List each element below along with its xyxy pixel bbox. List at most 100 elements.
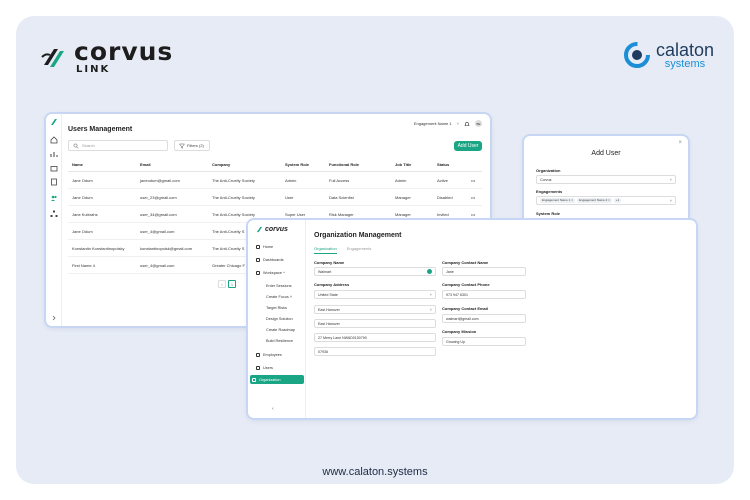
chip[interactable]: Engagement Name 2 × (576, 198, 612, 203)
company-name-label: Company Name (314, 260, 345, 265)
chart-icon[interactable] (50, 150, 58, 158)
report-icon[interactable] (50, 178, 58, 186)
row-menu-icon[interactable]: ••• (467, 178, 482, 183)
company-name-input[interactable]: Walmart (314, 267, 436, 276)
mission-input[interactable]: Growing Up (442, 337, 526, 346)
nav-target-risks[interactable]: Target Risks (264, 303, 304, 312)
close-icon[interactable]: × (678, 140, 682, 146)
chart-icon (256, 257, 260, 262)
contact-name-input[interactable]: Jane (442, 267, 526, 276)
street-value: 27 Merry Lane NW6D0150790 (318, 335, 367, 340)
row-menu-icon[interactable]: ••• (467, 212, 482, 217)
cell-job-title: Manager (395, 211, 411, 217)
org-icon[interactable] (50, 210, 58, 218)
cell-company: The Anti-Cruelty Society (212, 177, 255, 183)
cell-status: Invited (437, 211, 449, 217)
nav-create-focus[interactable]: Create Focus ˅ (264, 292, 304, 301)
header-user-menu: Engagement Name 1 ˅ BE (414, 120, 482, 127)
check-icon (427, 269, 432, 274)
tab-engagements[interactable]: Engagements (347, 246, 372, 254)
bell-icon[interactable] (464, 121, 470, 127)
contact-email-input[interactable]: walmart@gmail.com (442, 314, 526, 323)
cell-name: Jane Kuibrahs (72, 211, 98, 217)
avatar[interactable]: BE (475, 120, 482, 127)
expand-chevron-icon[interactable] (50, 314, 58, 322)
nav-label: Workspace ^ (263, 270, 285, 275)
contact-phone-input[interactable]: 973 947 6301 (442, 290, 526, 299)
city-value: East Hanover (318, 321, 340, 326)
corvus-wordmark: corvus LINK (74, 39, 173, 75)
zip-input[interactable]: 07936 (314, 347, 436, 356)
nav-label: Home (263, 244, 274, 249)
cell-system-role: User (285, 194, 294, 200)
search-input[interactable]: Search (68, 140, 168, 151)
column-header[interactable]: System Role (281, 162, 325, 167)
engagement-selector[interactable]: Engagement Name 1 (414, 121, 452, 126)
corvus-small-logo-icon (51, 119, 57, 125)
page-prev-button[interactable]: ‹ (218, 280, 226, 288)
systems-word: systems (664, 57, 706, 70)
table-row[interactable]: Jane Odum user_23@gmail.com The Anti-Cru… (68, 189, 482, 206)
column-header[interactable]: Status (433, 162, 467, 167)
cell-functional-role: Full Access (329, 177, 350, 183)
nav-workspace[interactable]: Workspace ^ (254, 268, 306, 277)
row-menu-icon[interactable]: ••• (467, 195, 482, 200)
nav-dashboards[interactable]: Dashboards (254, 255, 306, 264)
nav-create-roadmap[interactable]: Create Roadmap (264, 325, 304, 334)
country-value: United State (318, 292, 338, 297)
table-header-row: Name Email Company System Role Functiona… (68, 158, 482, 172)
cell-email: konstantinopolsk@gmail.com (140, 245, 193, 251)
table-row[interactable]: Jane Odum janeodum@gmail.com The Anti-Cr… (68, 172, 482, 189)
home-icon[interactable] (50, 136, 58, 144)
add-user-button[interactable]: Add User (454, 141, 482, 151)
street-input[interactable]: 27 Merry Lane NW6D0150790 (314, 333, 436, 342)
contact-email-label: Company Contact Email (442, 306, 489, 311)
corvus-link-logo: corvus LINK (38, 39, 173, 75)
cell-name: Jane Odum (72, 177, 93, 183)
city-input[interactable]: East Hanover (314, 319, 436, 328)
contact-phone-label: Company Contact Phone (442, 282, 490, 287)
contact-name-label: Company Contact Name (442, 260, 489, 265)
collapse-chevron-icon[interactable]: ‹ (272, 406, 274, 412)
column-header[interactable]: Name (68, 162, 136, 167)
cell-email: user_4@gmail.com (140, 262, 175, 268)
cell-name: Konstantin Konstantinopolsky (72, 245, 125, 251)
column-header[interactable]: Job Title (391, 162, 433, 167)
nav-build-resilience[interactable]: Build Resilience (264, 336, 304, 345)
nav-enter-sessions[interactable]: Enter Sessions (264, 281, 304, 290)
chevron-down-icon: ˅ (429, 307, 432, 312)
nav-home[interactable]: Home (254, 242, 306, 251)
cell-job-title: Manager (395, 194, 411, 200)
organization-select[interactable]: Corvus ˅ (536, 175, 676, 184)
column-header[interactable]: Email (136, 162, 208, 167)
engagements-label: Engagements (536, 189, 563, 194)
nav-organization[interactable]: Organization (250, 375, 304, 384)
filters-button[interactable]: Filters (2) (174, 140, 210, 151)
organization-value: Corvus (540, 177, 552, 182)
nav-label: Employees (263, 352, 282, 357)
chevron-down-icon: ˅ (429, 292, 432, 297)
state-select[interactable]: East Hanover ˅ (314, 305, 436, 314)
engagements-select[interactable]: Engagement Name 1 × Engagement Name 2 × … (536, 196, 676, 205)
org-tabs: Organization Engagements (314, 246, 371, 254)
briefcase-icon[interactable] (50, 164, 58, 172)
cell-functional-role: Risk Manager (329, 211, 354, 217)
site-url[interactable]: www.calaton.systems (0, 466, 750, 478)
cell-email: janeodum@gmail.com (140, 177, 180, 183)
chip[interactable]: +1 (613, 198, 622, 203)
cell-name: First Name 4 (72, 262, 95, 268)
cell-status: Disabled (437, 194, 453, 200)
nav-users[interactable]: Users (254, 363, 306, 372)
nav-employees[interactable]: Employees (254, 350, 306, 359)
nav-design-solution[interactable]: Design Solution (264, 314, 304, 323)
country-select[interactable]: United State ˅ (314, 290, 436, 299)
chevron-down-icon[interactable]: ˅ (457, 121, 459, 126)
column-header[interactable]: Functional Role (325, 162, 391, 167)
organization-label: Organization (536, 168, 561, 173)
users-icon[interactable] (50, 194, 58, 202)
tab-organization[interactable]: Organization (314, 246, 337, 254)
page-1-button[interactable]: 1 (228, 280, 236, 288)
filters-label: Filters (2) (187, 143, 204, 148)
column-header[interactable]: Company (208, 162, 281, 167)
chip[interactable]: Engagement Name 1 × (540, 198, 575, 203)
